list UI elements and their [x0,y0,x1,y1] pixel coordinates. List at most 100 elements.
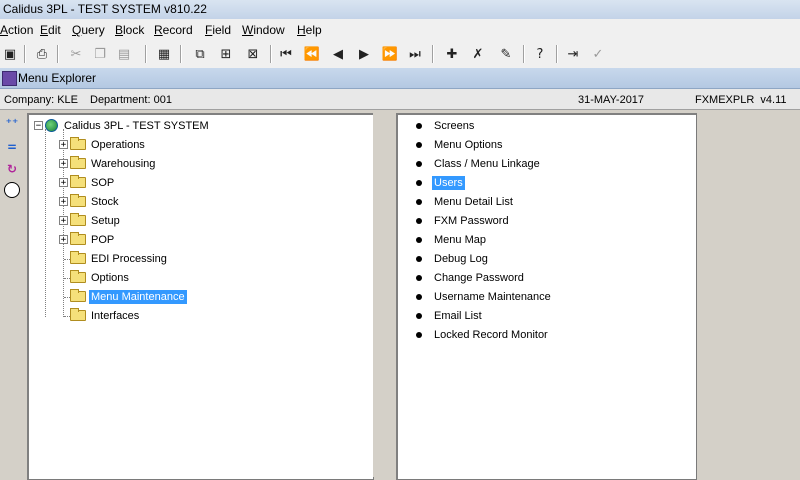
menu-item-label: Menu Options [434,138,503,151]
folder-icon [70,270,86,283]
tree-node-warehousing[interactable]: + Warehousing [59,155,157,172]
collapse-all-icon[interactable]: = [3,138,21,156]
enter-query-icon[interactable]: ⧉ [190,44,210,64]
menu-item-menu-detail-list[interactable]: Menu Detail List [416,193,515,210]
menu-item-username-maintenance[interactable]: Username Maintenance [416,288,553,305]
menu-record[interactable]: Record [154,23,193,37]
bullet-icon [416,255,422,262]
menu-item-label: Users [432,175,465,190]
form-id-label: FXMEXPLR v4.11 [695,94,787,106]
first-record-icon[interactable]: ⏮ [276,44,296,64]
paste-icon[interactable]: ▤ [114,44,134,64]
tree-pane: − Calidus 3PL - TEST SYSTEM + Operations… [27,113,374,480]
tree-node-menu-maintenance[interactable]: Menu Maintenance [70,288,187,305]
expand-icon[interactable]: + [59,140,68,150]
menu-query[interactable]: Query [72,23,105,37]
tree-node-sop[interactable]: + SOP [59,174,116,191]
menu-block[interactable]: Block [115,23,144,37]
menu-item-fxm-password[interactable]: FXM Password [416,212,511,229]
tree-node-label: Interfaces [91,309,140,322]
previous-record-icon[interactable]: ◀ [328,44,348,64]
menu-item-class-menu-linkage[interactable]: Class / Menu Linkage [416,155,542,172]
bullet-icon [416,312,422,319]
window-title: Calidus 3PL - TEST SYSTEM v810.22 [3,2,207,16]
menu-item-label: Debug Log [434,252,488,265]
insert-record-icon[interactable]: ✚ [442,44,462,64]
folder-icon [70,213,86,226]
menu-item-users[interactable]: Users [416,174,465,191]
menu-item-change-password[interactable]: Change Password [416,269,526,286]
expand-icon[interactable]: + [59,178,68,188]
info-bar: Company: KLE Department: 001 31-MAY-2017… [0,89,800,110]
toolbar-separator [180,45,182,63]
tree-node-label: Menu Maintenance [89,289,187,304]
right-background [697,113,800,477]
delete-record-icon[interactable]: ✗ [468,44,488,64]
expand-icon[interactable]: + [59,216,68,226]
print-icon[interactable]: ⎙ [32,44,52,64]
menu-item-menu-map[interactable]: Menu Map [416,231,488,248]
next-block-icon[interactable]: ⏩ [380,44,400,64]
edit-field-icon[interactable]: ▦ [154,44,174,64]
tree-node-label: Options [91,271,129,284]
folder-icon [70,156,86,169]
menu-edit[interactable]: Edit [40,23,61,37]
tree-node-interfaces[interactable]: Interfaces [70,307,141,324]
menu-help[interactable]: Help [297,23,322,37]
menu-item-menu-options[interactable]: Menu Options [416,136,504,153]
menu-item-screens[interactable]: Screens [416,117,476,134]
menu-item-label: Change Password [434,271,524,284]
search-icon[interactable] [4,182,20,198]
bullet-icon [416,141,422,148]
globe-icon [45,119,58,132]
copy-icon[interactable]: ❐ [90,44,110,64]
previous-block-icon[interactable]: ⏪ [302,44,322,64]
bullet-icon [416,331,422,338]
bullet-icon [416,198,422,205]
open-folder-icon [70,289,86,302]
expand-icon[interactable]: + [59,159,68,169]
clear-record-icon[interactable]: ✎ [496,44,516,64]
folder-icon [70,175,86,188]
tree-node-options[interactable]: Options [70,269,131,286]
tree-node-pop[interactable]: + POP [59,231,116,248]
exit-icon[interactable]: ⇥ [563,44,583,64]
menu-bar: Action Edit Query Block Record Field Win… [0,19,800,41]
menu-item-email-list[interactable]: Email List [416,307,484,324]
menu-window[interactable]: Window [242,23,285,37]
subwindow-titlebar: Menu Explorer [0,68,800,89]
expand-all-icon[interactable]: ⁺⁺ [3,114,21,132]
menu-action[interactable]: Action [0,23,33,37]
tree-root[interactable]: − Calidus 3PL - TEST SYSTEM [34,117,211,134]
next-record-icon[interactable]: ▶ [354,44,374,64]
department-label: Department: 001 [90,94,172,106]
toolbar-separator [523,45,525,63]
accept-icon[interactable]: ✓ [588,44,608,64]
expand-icon[interactable]: + [59,197,68,207]
last-record-icon[interactable]: ⏭ [405,44,425,64]
execute-query-icon[interactable]: ⊞ [216,44,236,64]
tree-root-label: Calidus 3PL - TEST SYSTEM [64,119,209,132]
tree-node-operations[interactable]: + Operations [59,136,147,153]
menu-item-debug-log[interactable]: Debug Log [416,250,490,267]
window-titlebar: Calidus 3PL - TEST SYSTEM v810.22 [0,0,800,20]
expand-icon[interactable]: + [59,235,68,245]
folder-icon [70,251,86,264]
collapse-icon[interactable]: − [34,121,43,131]
menu-item-locked-record-monitor[interactable]: Locked Record Monitor [416,326,550,343]
help-icon[interactable]: ? [530,44,550,64]
tree-node-stock[interactable]: + Stock [59,193,121,210]
toolbar-separator [556,45,558,63]
cut-icon[interactable]: ✂ [66,44,86,64]
toolbar: ▣ ⎙ ✂ ❐ ▤ ▦ ⧉ ⊞ ⊠ ⏮ ⏪ ◀ ▶ ⏩ ⏭ ✚ ✗ ✎ ? ⇥ … [0,40,800,69]
save-icon[interactable]: ▣ [0,44,20,64]
tree-node-edi-processing[interactable]: EDI Processing [70,250,169,267]
menu-item-label: Email List [434,309,482,322]
cancel-query-icon[interactable]: ⊠ [243,44,263,64]
toolbar-separator [145,45,147,63]
menu-item-label: Locked Record Monitor [434,328,548,341]
bullet-icon [416,293,422,300]
menu-field[interactable]: Field [205,23,231,37]
refresh-icon[interactable]: ↻ [3,160,21,178]
tree-node-setup[interactable]: + Setup [59,212,122,229]
